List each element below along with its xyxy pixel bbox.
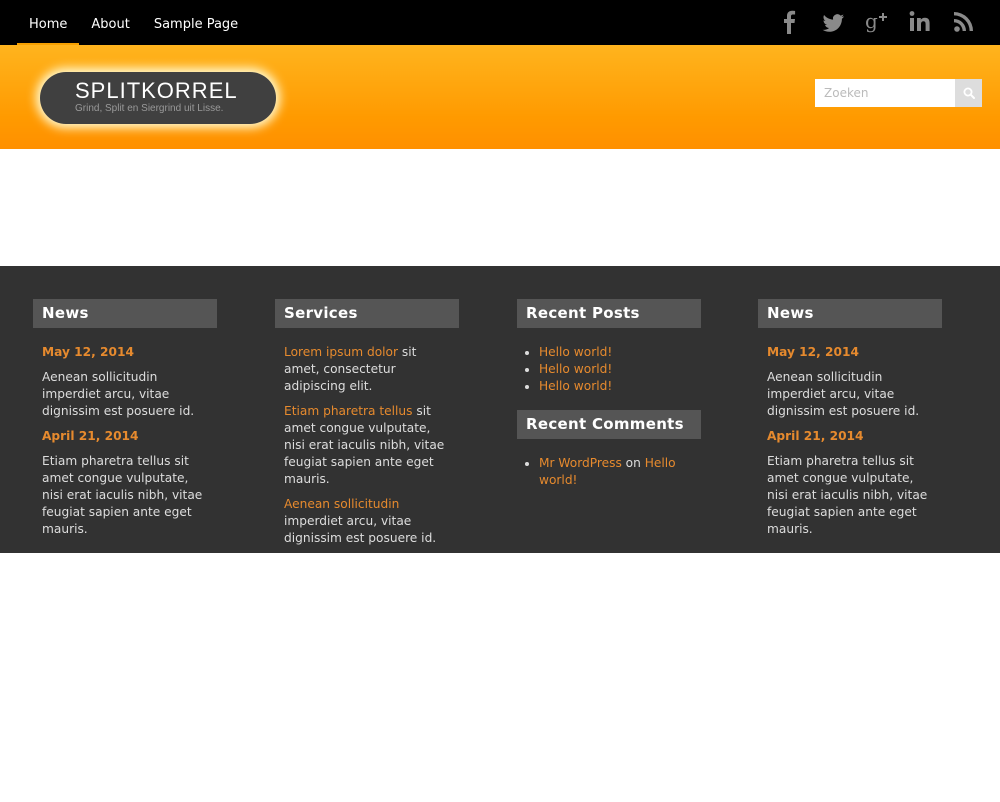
list-item: Hello world! — [539, 361, 692, 378]
recent-post-link[interactable]: Hello world! — [539, 379, 612, 393]
site-logo[interactable]: SPLITKORREL Grind, Split en Siergrind ui… — [40, 72, 276, 124]
widget-title: News — [758, 299, 942, 328]
recent-post-link[interactable]: Hello world! — [539, 345, 612, 359]
linkedin-icon[interactable] — [908, 8, 934, 36]
list-item: Hello world! — [539, 378, 692, 395]
post-date: May 12, 2014 — [42, 345, 134, 359]
footer-widgets: News May 12, 2014 Aenean sollicitudin im… — [0, 266, 1000, 553]
news-widget: News May 12, 2014 Aenean sollicitudin im… — [33, 299, 217, 546]
svg-text:g: g — [865, 9, 878, 33]
facebook-icon[interactable] — [776, 8, 802, 36]
search-form — [815, 79, 982, 107]
service-link[interactable]: Etiam pharetra tellus — [284, 404, 413, 418]
post-excerpt: Etiam pharetra tellus sit amet congue vu… — [767, 454, 928, 536]
post-date: April 21, 2014 — [42, 429, 139, 443]
site-header: SPLITKORREL Grind, Split en Siergrind ui… — [0, 45, 1000, 149]
comment-on-text: on — [621, 456, 645, 470]
services-widget: Services Lorem ipsum dolor sit amet, con… — [275, 299, 459, 555]
post-excerpt: Aenean sollicitudin imperdiet arcu, vita… — [42, 370, 195, 418]
service-text: imperdiet arcu, vitae dignissim est posu… — [284, 514, 437, 545]
google-plus-icon[interactable]: g — [864, 8, 890, 36]
widget-title: Recent Comments — [517, 410, 701, 439]
twitter-icon[interactable] — [820, 8, 846, 36]
service-item: Etiam pharetra tellus sit amet congue vu… — [284, 403, 450, 488]
posts-comments-column: Recent Posts Hello world! Hello world! H… — [517, 299, 701, 489]
recent-post-link[interactable]: Hello world! — [539, 362, 612, 376]
news-widget: News May 12, 2014 Aenean sollicitudin im… — [758, 299, 942, 546]
widget-title: News — [33, 299, 217, 328]
list-item: Mr WordPress on Hello world! — [539, 455, 692, 489]
site-tagline: Grind, Split en Siergrind uit Lisse. — [75, 103, 224, 114]
service-link[interactable]: Lorem ipsum dolor — [284, 345, 398, 359]
post-date: May 12, 2014 — [767, 345, 859, 359]
post-excerpt: Etiam pharetra tellus sit amet congue vu… — [42, 454, 203, 536]
service-link[interactable]: Aenean sollicitudin — [284, 497, 399, 511]
main-menu: Home About Sample Page — [17, 0, 250, 45]
post-excerpt: Aenean sollicitudin imperdiet arcu, vita… — [767, 370, 920, 418]
search-button[interactable] — [955, 79, 982, 107]
rss-icon[interactable] — [952, 8, 978, 36]
comment-author-link[interactable]: Mr WordPress — [539, 456, 622, 470]
top-navigation-bar: Home About Sample Page g — [0, 0, 1000, 45]
recent-posts-widget: Recent Posts Hello world! Hello world! H… — [517, 299, 701, 395]
service-item: Lorem ipsum dolor sit amet, consectetur … — [284, 344, 450, 395]
recent-comments-widget: Recent Comments Mr WordPress on Hello wo… — [517, 410, 701, 489]
list-item: Hello world! — [539, 344, 692, 361]
search-icon — [963, 87, 975, 99]
nav-item-about[interactable]: About — [79, 0, 141, 45]
site-title: SPLITKORREL — [75, 78, 238, 103]
search-input[interactable] — [815, 79, 955, 107]
nav-item-sample-page[interactable]: Sample Page — [142, 0, 250, 45]
service-item: Aenean sollicitudin imperdiet arcu, vita… — [284, 496, 450, 547]
widget-title: Services — [275, 299, 459, 328]
post-date: April 21, 2014 — [767, 429, 864, 443]
widget-title: Recent Posts — [517, 299, 701, 328]
social-links: g — [776, 8, 978, 36]
nav-item-home[interactable]: Home — [17, 0, 80, 45]
